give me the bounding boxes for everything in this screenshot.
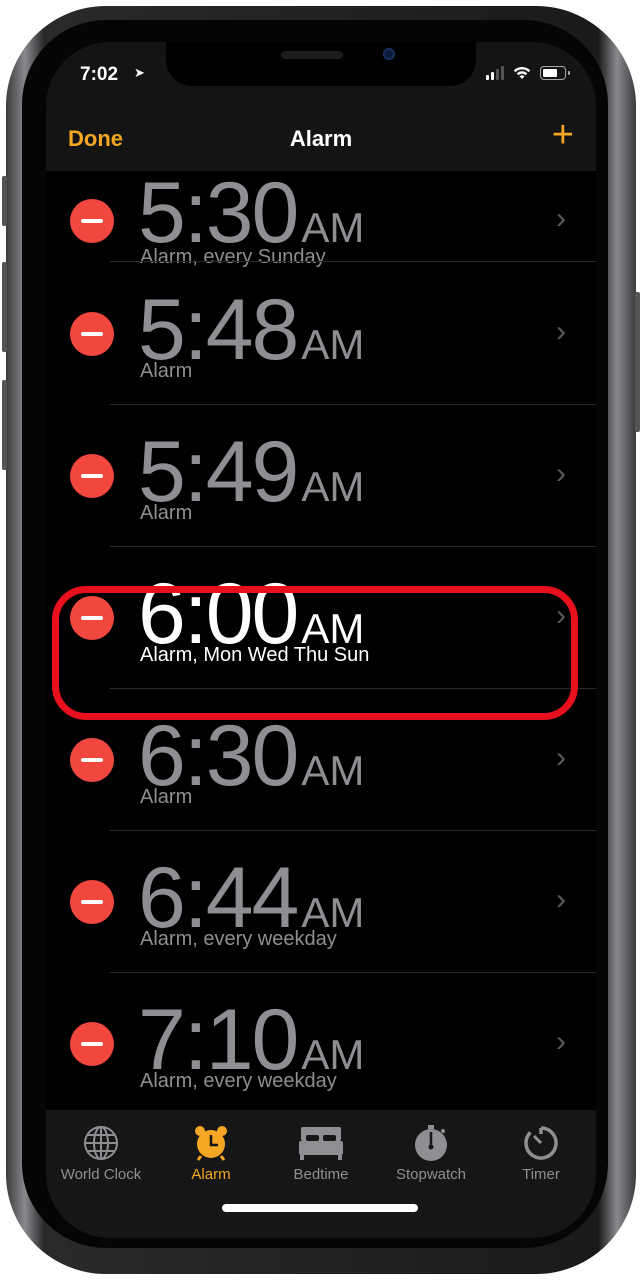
location-arrow-icon: ➤ bbox=[134, 65, 145, 80]
chevron-right-icon[interactable]: › bbox=[556, 457, 566, 491]
alarm-label: Alarm bbox=[140, 360, 193, 382]
status-time: 7:02 bbox=[80, 64, 119, 85]
chevron-right-icon[interactable]: › bbox=[556, 741, 566, 775]
tab-stopwatch[interactable]: Stopwatch bbox=[376, 1124, 486, 1183]
delete-alarm-button[interactable] bbox=[70, 454, 114, 498]
volume-up-button bbox=[2, 262, 7, 352]
front-camera bbox=[383, 48, 395, 60]
chevron-right-icon[interactable]: › bbox=[556, 1025, 566, 1059]
add-alarm-button[interactable]: + bbox=[552, 116, 574, 154]
done-button[interactable]: Done bbox=[68, 126, 123, 152]
alarm-row[interactable]: 6:44AM Alarm, every weekday › bbox=[46, 831, 596, 973]
alarm-list-visible: 5:48AM Alarm › 5:49AM Alarm › 6:00AM Ala… bbox=[46, 263, 596, 1115]
stopwatch-icon bbox=[376, 1124, 486, 1162]
delete-alarm-button[interactable] bbox=[70, 880, 114, 924]
side-button bbox=[635, 292, 640, 432]
alarm-row[interactable]: 6:30AM Alarm › bbox=[46, 689, 596, 831]
status-indicators bbox=[486, 66, 570, 80]
wifi-icon bbox=[513, 67, 531, 79]
tab-world-clock[interactable]: World Clock bbox=[46, 1124, 156, 1183]
page-title: Alarm bbox=[289, 126, 353, 151]
screen: 7:02 ➤ Done Alarm + 5:30AM Alarm, every … bbox=[46, 42, 596, 1238]
alarm-row[interactable]: 5:49AM Alarm › bbox=[46, 405, 596, 547]
tab-bar: World Clock Alarm Bedtime Stopwatch Time… bbox=[46, 1110, 596, 1238]
bed-icon bbox=[266, 1124, 376, 1162]
globe-icon bbox=[46, 1124, 156, 1162]
delete-alarm-button[interactable] bbox=[70, 1022, 114, 1066]
delete-alarm-button[interactable] bbox=[70, 199, 114, 243]
alarm-label: Alarm bbox=[140, 502, 193, 524]
chevron-right-icon[interactable]: › bbox=[556, 202, 566, 236]
notch bbox=[166, 42, 476, 86]
alarm-label: Alarm, Mon Wed Thu Sun bbox=[140, 644, 370, 666]
tab-timer[interactable]: Timer bbox=[486, 1124, 596, 1183]
row-divider bbox=[110, 261, 596, 262]
volume-down-button bbox=[2, 380, 7, 470]
alarm-row-selected[interactable]: 6:00AM Alarm, Mon Wed Thu Sun › bbox=[46, 547, 596, 689]
delete-alarm-button[interactable] bbox=[70, 738, 114, 782]
alarm-label: Alarm bbox=[140, 786, 193, 808]
mute-switch bbox=[2, 176, 7, 226]
tab-label: Alarm bbox=[191, 1166, 231, 1183]
battery-icon bbox=[540, 66, 570, 80]
cellular-signal-icon bbox=[486, 66, 504, 80]
tab-label: Timer bbox=[522, 1166, 560, 1183]
tab-bedtime[interactable]: Bedtime bbox=[266, 1124, 376, 1183]
chevron-right-icon[interactable]: › bbox=[556, 883, 566, 917]
alarm-label: Alarm, every weekday bbox=[140, 928, 337, 950]
timer-icon bbox=[486, 1124, 596, 1162]
chevron-right-icon[interactable]: › bbox=[556, 315, 566, 349]
alarm-row[interactable]: 5:48AM Alarm › bbox=[46, 263, 596, 405]
home-indicator[interactable] bbox=[222, 1204, 418, 1212]
tab-label: Bedtime bbox=[293, 1166, 349, 1183]
tab-label: World Clock bbox=[60, 1166, 142, 1183]
delete-alarm-button[interactable] bbox=[70, 596, 114, 640]
alarm-row[interactable]: 7:10AM Alarm, every weekday › bbox=[46, 973, 596, 1115]
alarm-label: Alarm, every weekday bbox=[140, 1070, 337, 1092]
chevron-right-icon[interactable]: › bbox=[556, 599, 566, 633]
speaker bbox=[281, 51, 343, 59]
tab-alarm[interactable]: Alarm bbox=[156, 1124, 266, 1183]
tab-label: Stopwatch bbox=[395, 1166, 467, 1183]
delete-alarm-button[interactable] bbox=[70, 312, 114, 356]
alarm-clock-icon bbox=[156, 1124, 266, 1162]
